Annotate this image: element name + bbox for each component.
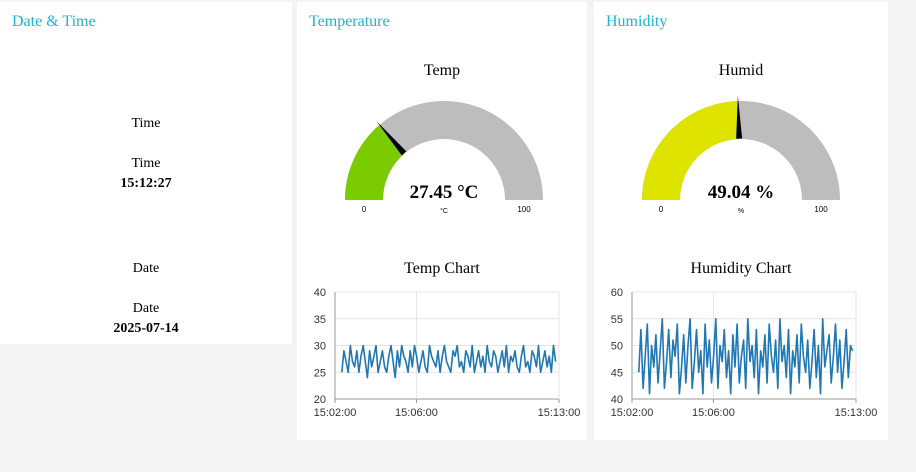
humid-chart-x-tick-label: 15:02:00 (611, 407, 654, 419)
temp-chart-title: Temp Chart (404, 260, 480, 277)
temperature-card-title: Temperature (309, 13, 390, 30)
temp-gauge: 27.45 °C °C 0 100 (345, 101, 543, 215)
humid-chart-title: Humidity Chart (690, 260, 792, 277)
datetime-card: Date & Time Time Time 15:12:27 Date Date… (0, 2, 292, 344)
temp-chart-y-tick-label: 20 (314, 394, 326, 406)
temp-chart: 20 25 30 35 40 15:02:00 15:06:00 15:13:00 (314, 287, 581, 419)
humid-chart-x-tick-label: 15:13:00 (835, 407, 878, 419)
humid-gauge-title: Humid (718, 62, 764, 79)
date-value: 2025-07-14 (113, 321, 179, 336)
temp-chart-x-tick-label: 15:02:00 (314, 407, 357, 419)
time-widget-label: Time (131, 116, 161, 131)
humid-chart-y-tick-label: 60 (611, 287, 623, 299)
humid-gauge-unit: % (738, 208, 744, 215)
humidity-card: Humidity Humid 49.04 % % 0 100 Humidity … (594, 2, 888, 440)
humid-chart-y-tick-label: 50 (611, 341, 623, 353)
temp-chart-x-tick-label: 15:13:00 (538, 407, 581, 419)
temp-gauge-min-label: 0 (362, 205, 367, 214)
time-label: Time (131, 156, 161, 171)
humid-gauge-value: 49.04 % (708, 182, 775, 203)
temp-chart-x-tick-label: 15:06:00 (395, 407, 438, 419)
humidity-card-title: Humidity (606, 13, 668, 30)
temperature-card: Temperature Temp 27.45 °C °C 0 100 Temp … (297, 2, 587, 440)
temp-gauge-max-label: 100 (517, 205, 531, 214)
date-widget-label: Date (132, 261, 160, 276)
humid-gauge-max-label: 100 (814, 205, 828, 214)
temp-gauge-value: 27.45 °C (410, 182, 479, 203)
humid-chart-y-tick-label: 45 (611, 367, 623, 379)
temp-chart-y-tick-label: 25 (314, 367, 326, 379)
humid-chart-x-tick-label: 15:06:00 (692, 407, 735, 419)
temp-gauge-unit: °C (440, 207, 448, 215)
datetime-card-title: Date & Time (12, 13, 96, 30)
temp-chart-y-tick-label: 35 (314, 314, 326, 326)
humid-chart: 40 45 50 55 60 15:02:00 15:06:00 15:13:00 (611, 287, 878, 419)
humid-chart-y-tick-label: 40 (611, 394, 623, 406)
date-label: Date (132, 301, 160, 316)
humid-chart-series-line (638, 317, 854, 395)
temp-chart-y-tick-label: 30 (314, 341, 326, 353)
temp-chart-series-line (341, 344, 557, 379)
temp-chart-y-tick-label: 40 (314, 287, 326, 299)
temp-gauge-title: Temp (423, 62, 461, 79)
humid-gauge-min-label: 0 (659, 205, 664, 214)
humid-gauge: 49.04 % % 0 100 (642, 96, 840, 215)
humid-chart-y-tick-label: 55 (611, 314, 623, 326)
time-value: 15:12:27 (120, 176, 172, 191)
